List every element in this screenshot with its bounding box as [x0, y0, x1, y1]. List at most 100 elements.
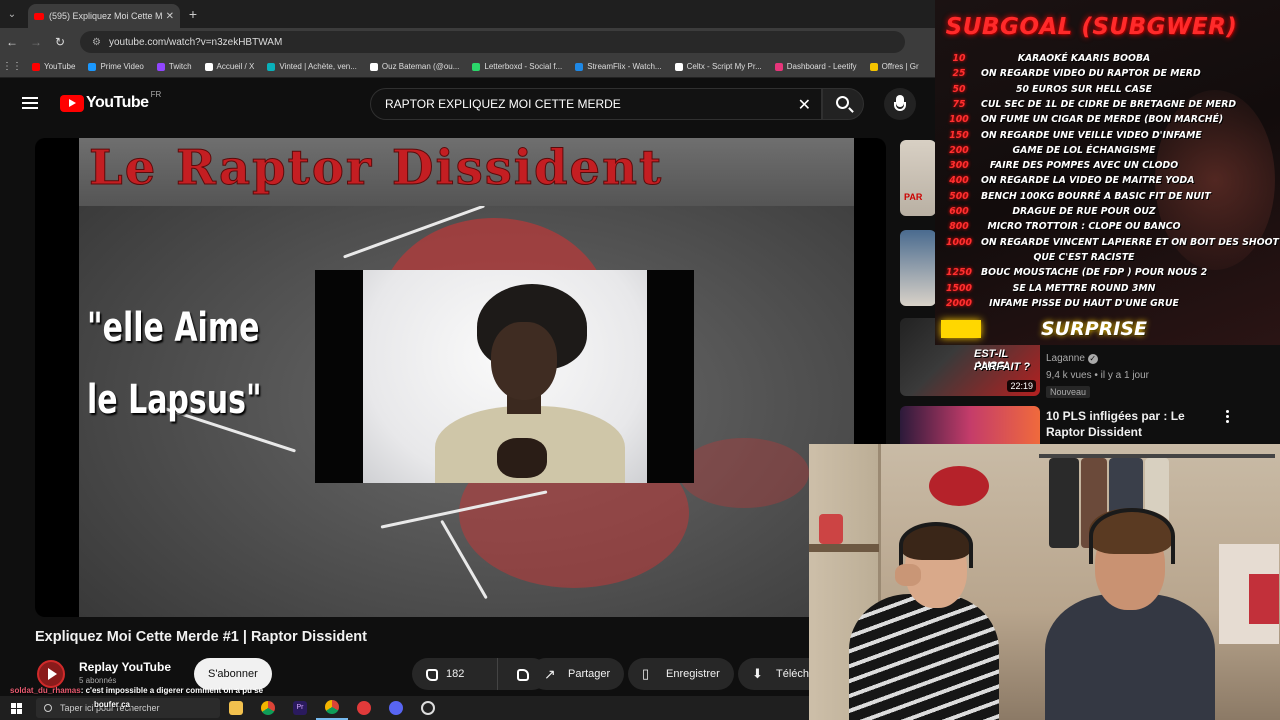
bookmark-label: Letterboxd - Social f... — [484, 62, 563, 71]
streamer-left-hand — [895, 564, 921, 586]
capcut-icon[interactable] — [348, 696, 380, 720]
chat-text: c'est impossible a digerer comment on a … — [85, 686, 264, 695]
goal-number: 300 — [949, 160, 969, 172]
bookmark-item[interactable]: Dashboard - Leetify — [774, 62, 857, 71]
goal-text: MICRO TROTTOIR : CLOPE OU BANCO — [987, 221, 1181, 233]
video-thumbnail[interactable]: PAR — [900, 140, 936, 216]
red-blanket — [1249, 574, 1279, 624]
subgoal-row: 75 CUL SEC DE 1L DE CIDRE DE BRETAGNE DE … — [935, 98, 1237, 114]
tab-search-icon[interactable]: ⌄ — [0, 0, 24, 28]
headset-icon — [1089, 508, 1175, 564]
download-label: Téléch — [776, 668, 810, 680]
address-toolbar: ← → ↻ ⚙ youtube.com/watch?v=n3zekHBTWAM — [0, 28, 935, 56]
address-bar[interactable]: ⚙ youtube.com/watch?v=n3zekHBTWAM — [80, 31, 905, 53]
bookmark-favicon-icon — [267, 62, 276, 71]
premiere-pro-icon[interactable]: Pr — [284, 696, 316, 720]
goal-number: 75 — [952, 98, 966, 110]
goal-number: 10 — [952, 53, 966, 64]
microphone-stand — [894, 102, 906, 111]
file-explorer-icon[interactable] — [220, 696, 252, 720]
subgoal-row: 400 ON REGARDE LA VIDEO DE MAITRE YODA — [935, 175, 1235, 190]
obs-icon[interactable] — [412, 696, 444, 720]
subgoal-row: 1500 SE LA METTRE ROUND 3MN — [935, 283, 1235, 298]
start-button[interactable] — [0, 696, 32, 720]
goal-text: SE LA METTRE ROUND 3MN — [1012, 282, 1156, 294]
webcam-feed — [809, 444, 1280, 720]
thumbs-up-icon — [426, 669, 438, 681]
person-hand — [497, 438, 547, 478]
bookmark-item[interactable]: Prime Video — [88, 62, 144, 71]
search-button[interactable] — [822, 88, 864, 120]
bookmark-item[interactable]: Celtx - Script My Pr... — [674, 62, 762, 71]
streamer-left-body — [849, 594, 999, 720]
bookmark-label: Offres | Gr — [881, 62, 919, 71]
goal-text: CUL SEC DE 1L DE CIDRE DE BRETAGNE DE ME… — [981, 98, 1237, 110]
bookmark-item[interactable]: StreamFlix - Watch... — [575, 62, 662, 71]
bookmark-item[interactable]: Vinted | Achète, ven... — [267, 62, 357, 71]
goal-text: ON REGARDE UNE VEILLE VIDEO D'INFAME — [981, 129, 1202, 141]
youtube-wordmark: YouTube — [86, 94, 149, 111]
bookmark-label: Celtx - Script My Pr... — [686, 62, 762, 71]
video-duration: 22:19 — [1007, 380, 1036, 392]
subgoal-overlay: SUBGOAL (SUBGWER) 3000 SURPRISE 10 KARAOK… — [935, 0, 1280, 345]
search-icon — [44, 704, 52, 712]
inset-video-frame — [363, 270, 647, 483]
goal-text: FAIRE DES POMPES AVEC UN CLODO — [989, 160, 1179, 172]
subscriber-count: 5 abonnés — [79, 676, 117, 685]
bookmark-label: Dashboard - Leetify — [786, 62, 857, 71]
screen: ⌄ (595) Expliquez Moi Cette M ✕ + ← → ↻ … — [0, 0, 1280, 720]
search-input[interactable]: RAPTOR EXPLIQUEZ MOI CETTE MERDE ✕ — [370, 88, 822, 120]
chrome-icon[interactable] — [252, 696, 284, 720]
site-info-icon[interactable]: ⚙ — [92, 37, 101, 48]
youtube-header: YouTube FR RAPTOR EXPLIQUEZ MOI CETTE ME… — [0, 78, 935, 130]
goal-number: 25 — [952, 68, 966, 80]
new-tab-button[interactable]: + — [180, 6, 206, 22]
goal-text: QUE C'EST RACISTE — [1033, 251, 1135, 263]
save-button[interactable]: ▯ Enregistrer — [628, 658, 734, 690]
back-icon[interactable]: ← — [0, 35, 24, 49]
share-icon: ↗ — [544, 666, 556, 682]
bookmark-item[interactable]: Twitch — [156, 62, 192, 71]
browser-tab-active[interactable]: (595) Expliquez Moi Cette M ✕ — [28, 4, 180, 28]
channel-name[interactable]: Replay YouTube — [79, 660, 171, 674]
subgoal-row: 200 GAME DE LOL ÉCHANGISME — [935, 145, 1235, 160]
subgoal-row: QUE C'EST RACISTE — [935, 252, 1235, 267]
sidebar-channel-name[interactable]: Laganne ✓ — [1046, 353, 1098, 364]
more-options-icon[interactable] — [1226, 410, 1230, 424]
sidebar-video-title[interactable]: 10 PLS infligées par : Le Raptor Disside… — [1046, 408, 1226, 440]
youtube-play-icon — [60, 94, 84, 112]
forward-icon[interactable]: → — [24, 35, 48, 49]
voice-search-button[interactable] — [884, 88, 916, 120]
video-thumbnail[interactable] — [900, 230, 936, 306]
bookmark-item[interactable]: Offres | Gr — [869, 62, 919, 71]
menu-icon[interactable] — [22, 97, 38, 109]
bookmark-favicon-icon — [575, 62, 584, 71]
subgoal-row: 25 ON REGARDE VIDEO DU RAPTOR DE MERD — [935, 68, 1235, 83]
apps-grid-icon[interactable]: ⋮⋮ — [0, 61, 24, 72]
youtube-logo[interactable]: YouTube FR — [60, 90, 161, 112]
video-quote: "elle Aime le Lapsus" — [87, 292, 262, 436]
goal-number: 150 — [949, 129, 969, 141]
video-player[interactable]: Le Raptor Dissident "elle Aime le Lapsus… — [35, 138, 886, 617]
chrome-active-icon[interactable] — [316, 696, 348, 720]
channel-avatar[interactable] — [37, 660, 65, 688]
discord-icon[interactable] — [380, 696, 412, 720]
bookmark-favicon-icon — [88, 62, 97, 71]
subgoal-row: 150 ON REGARDE UNE VEILLE VIDEO D'INFAME — [935, 130, 1235, 145]
bookmark-item[interactable]: Accueil / X — [204, 62, 254, 71]
bookmark-item[interactable]: Letterboxd - Social f... — [472, 62, 562, 71]
youtube-favicon-icon — [34, 12, 44, 20]
final-goal-number: 3000 — [941, 320, 981, 338]
share-button[interactable]: ↗ Partager — [530, 658, 625, 690]
clear-search-icon[interactable]: ✕ — [798, 95, 811, 115]
like-button[interactable]: 182 — [412, 658, 498, 690]
video-thumbnail[interactable] — [900, 406, 1040, 444]
like-count: 182 — [446, 668, 465, 680]
windows-logo-icon — [10, 702, 22, 714]
like-dislike-group: 182 — [412, 658, 548, 690]
bookmark-item[interactable]: YouTube — [32, 62, 75, 71]
close-tab-icon[interactable]: ✕ — [166, 11, 174, 22]
goal-number: 1000 — [946, 236, 972, 248]
reload-icon[interactable]: ↻ — [48, 35, 72, 49]
bookmark-item[interactable]: Ouz Bateman (@ou... — [369, 62, 459, 71]
